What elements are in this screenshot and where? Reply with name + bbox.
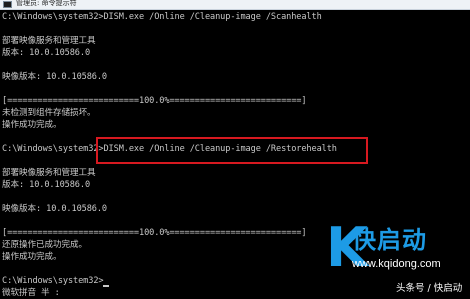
text-cursor xyxy=(103,285,110,287)
console-line: 版本: 10.0.10586.0 xyxy=(2,180,91,190)
console-line: 映像版本: 10.0.10586.0 xyxy=(2,72,108,82)
prompt-text: C:\Windows\system32> xyxy=(2,276,104,286)
console-line: C:\Windows\system32>DISM.exe /Online /Cl… xyxy=(2,12,322,22)
watermark-logo: K 快启动 www.kqidong.com xyxy=(326,221,466,281)
console-line: 映像版本: 10.0.10586.0 xyxy=(2,204,108,214)
progress-bar-text: [==========================100.0%=======… xyxy=(2,96,307,106)
console-line: 操作成功完成。 xyxy=(2,252,62,262)
source-badge: 头条号 / 快启动 xyxy=(396,283,463,294)
console-line: 部署映像服务和管理工具 xyxy=(2,168,96,178)
window-title: 管理员: 命令提示符 xyxy=(16,0,77,7)
window-titlebar: 管理员: 命令提示符 xyxy=(0,0,470,10)
cmd-icon xyxy=(3,1,12,8)
console-line: 还原操作已成功完成。 xyxy=(2,240,87,250)
command-prompt[interactable]: C:\Windows\system32> xyxy=(2,275,110,287)
watermark-url: www.kqidong.com xyxy=(352,258,441,270)
watermark-title: 快启动 xyxy=(352,226,427,254)
console-line: 操作成功完成。 xyxy=(2,120,62,130)
ime-status: 微软拼音 半 : xyxy=(2,288,60,298)
progress-bar-text: [==========================100.0%=======… xyxy=(2,228,307,238)
console-line: 部署映像服务和管理工具 xyxy=(2,36,96,46)
console-line: 版本: 10.0.10586.0 xyxy=(2,48,91,58)
console-line: 未检测到组件存储损坏。 xyxy=(2,108,96,118)
command-highlight-box xyxy=(96,137,368,164)
